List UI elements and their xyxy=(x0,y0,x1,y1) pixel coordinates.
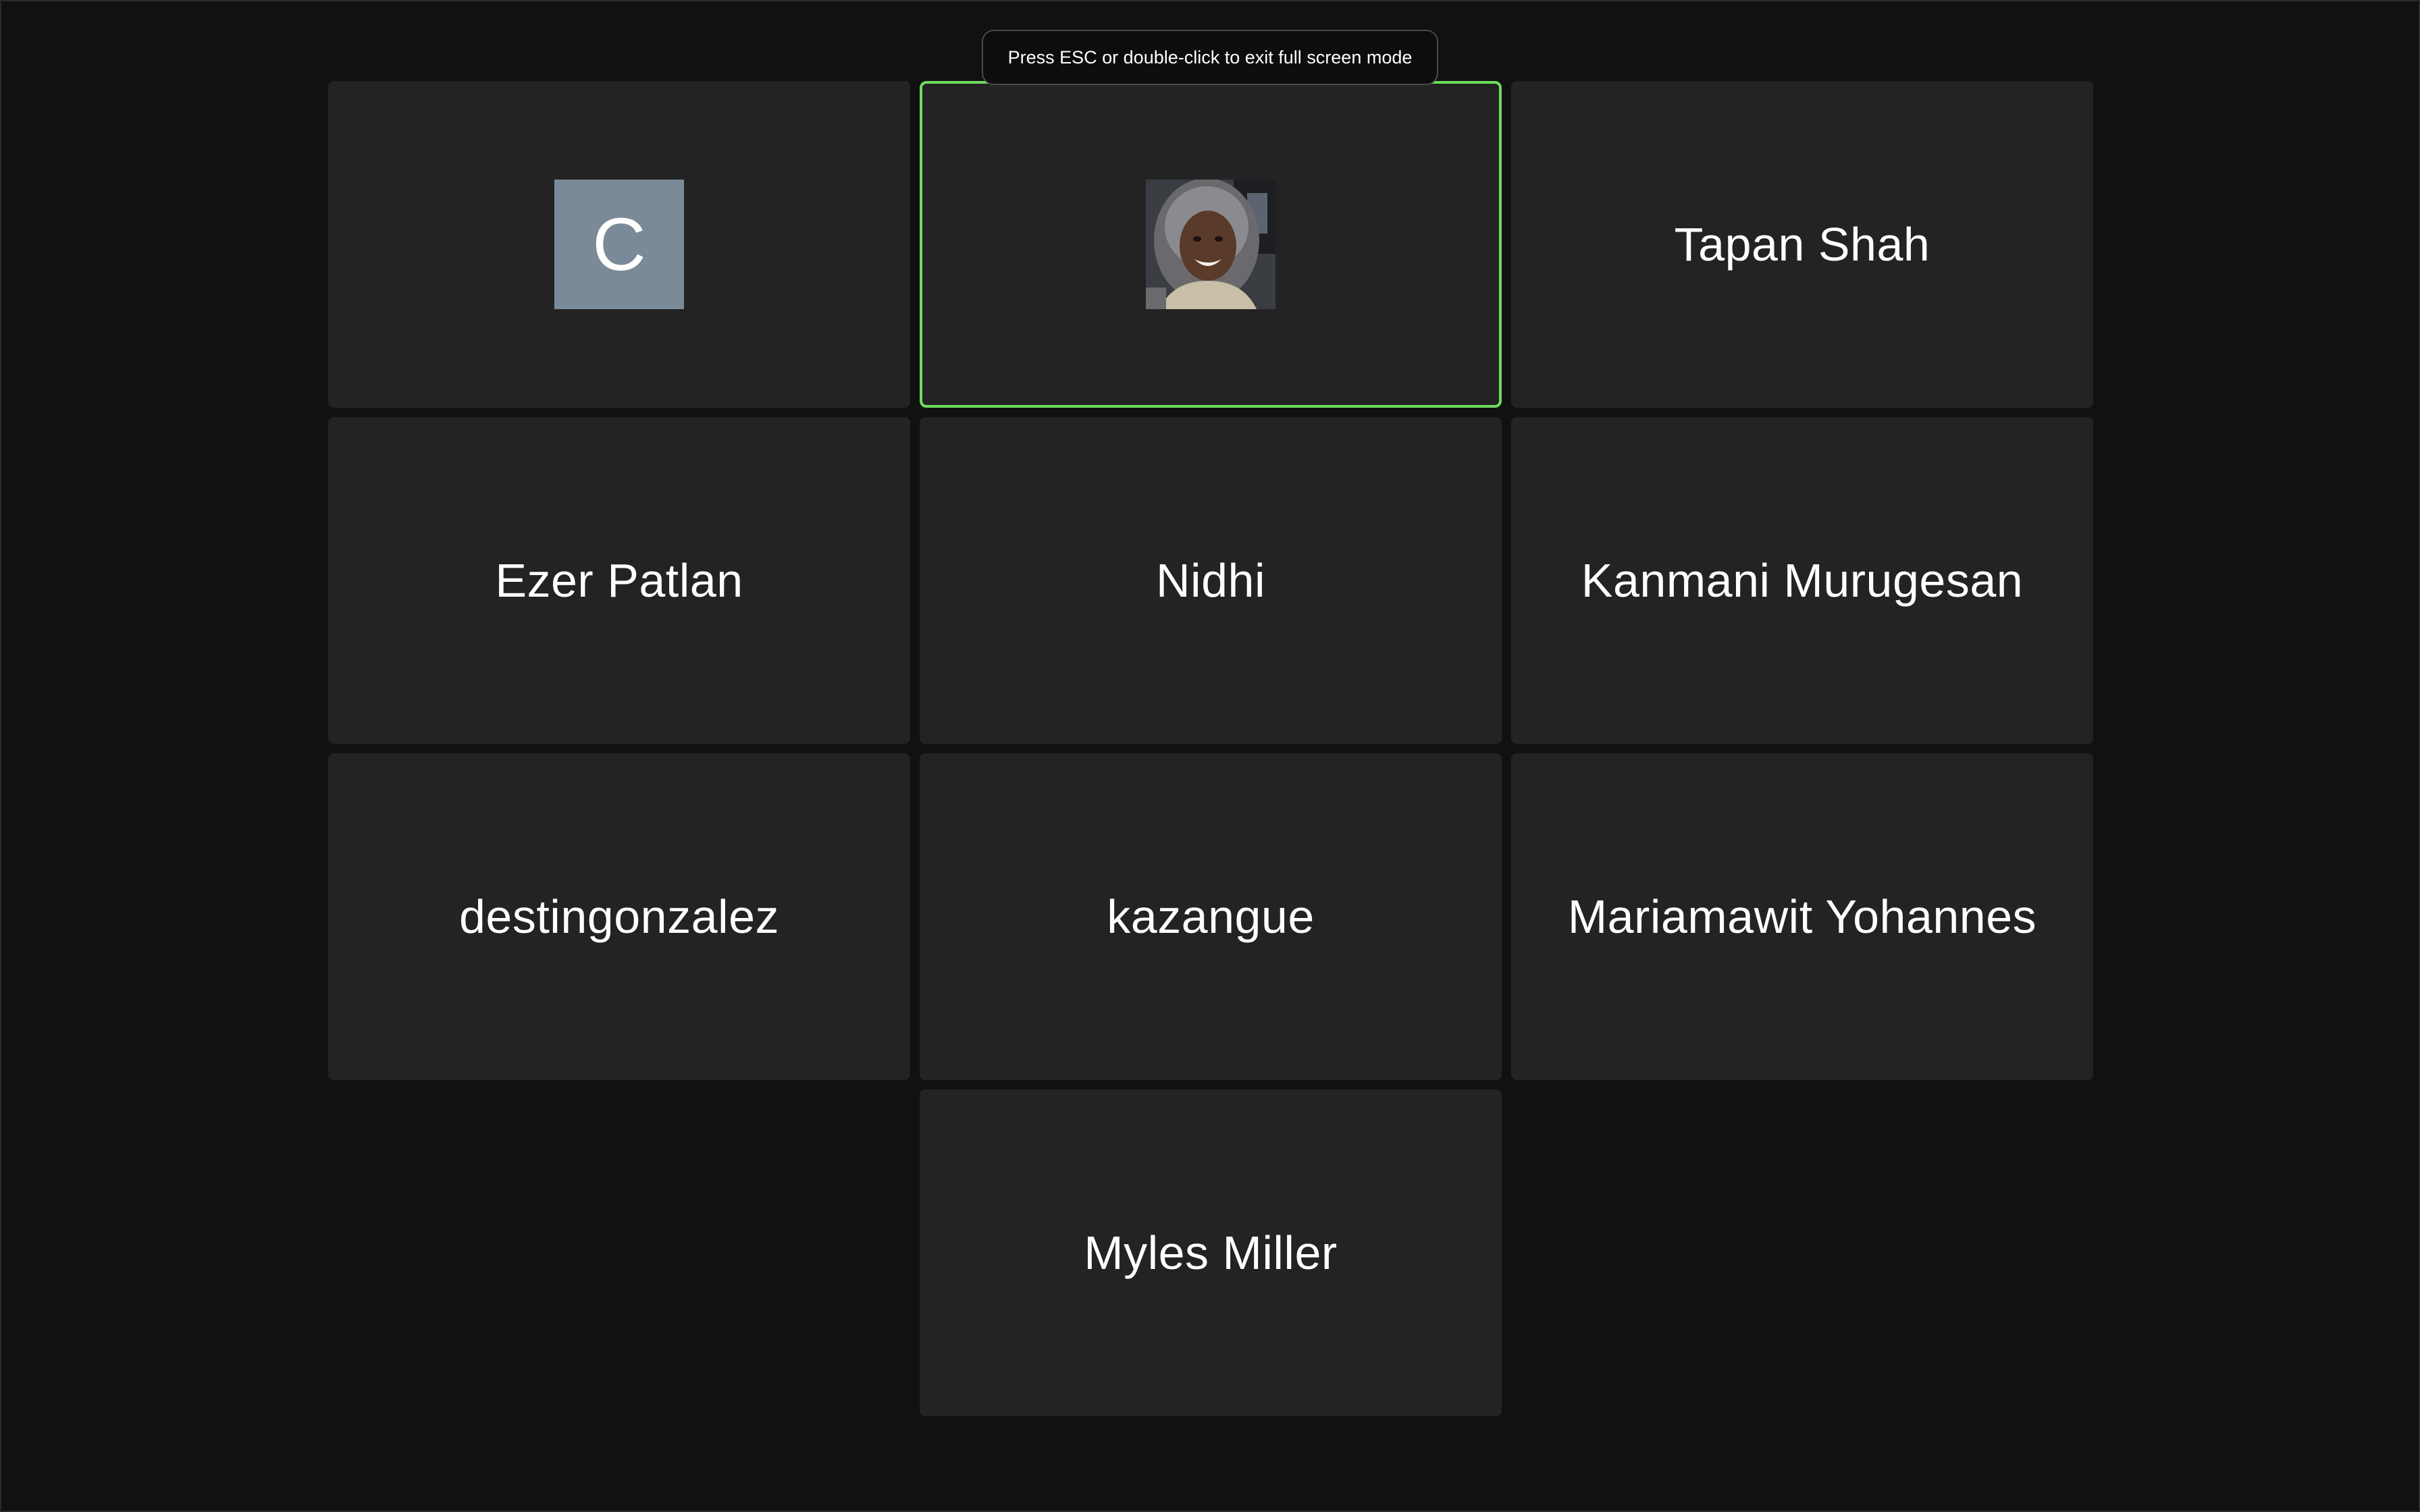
participant-name: kazangue xyxy=(1107,890,1315,943)
participant-name: Tapan Shah xyxy=(1674,218,1930,271)
participant-tile-ezer[interactable]: Ezer Patlan xyxy=(328,417,910,744)
participant-tile-destin[interactable]: destingonzalez xyxy=(328,753,910,1080)
video-call-fullscreen: Press ESC or double-click to exit full s… xyxy=(0,0,2420,1512)
participant-tile-tapan[interactable]: Tapan Shah xyxy=(1511,81,2093,408)
participant-name: Mariamawit Yohannes xyxy=(1567,890,2037,943)
fullscreen-exit-toast: Press ESC or double-click to exit full s… xyxy=(982,30,1438,85)
participant-tile-myles[interactable]: Myles Miller xyxy=(920,1089,1502,1416)
participant-name: Ezer Patlan xyxy=(495,554,743,607)
fullscreen-exit-hint: Press ESC or double-click to exit full s… xyxy=(1007,47,1413,68)
participant-name: destingonzalez xyxy=(459,890,779,943)
avatar-photo xyxy=(1146,180,1275,309)
participant-tile-c[interactable]: C xyxy=(328,81,910,408)
participant-name: Kanmani Murugesan xyxy=(1581,554,2024,607)
profile-photo-icon xyxy=(1146,180,1275,309)
participant-tile-kazangue[interactable]: kazangue xyxy=(920,753,1502,1080)
participant-tile-mariamawit[interactable]: Mariamawit Yohannes xyxy=(1511,753,2093,1080)
participant-tile-nidhi[interactable]: Nidhi xyxy=(920,417,1502,744)
participant-tile-active-speaker[interactable] xyxy=(920,81,1502,408)
participant-name: Myles Miller xyxy=(1084,1226,1338,1279)
participant-tile-kanmani[interactable]: Kanmani Murugesan xyxy=(1511,417,2093,744)
participant-name: Nidhi xyxy=(1155,554,1266,607)
avatar: C xyxy=(554,180,684,309)
avatar-initial: C xyxy=(592,202,646,286)
